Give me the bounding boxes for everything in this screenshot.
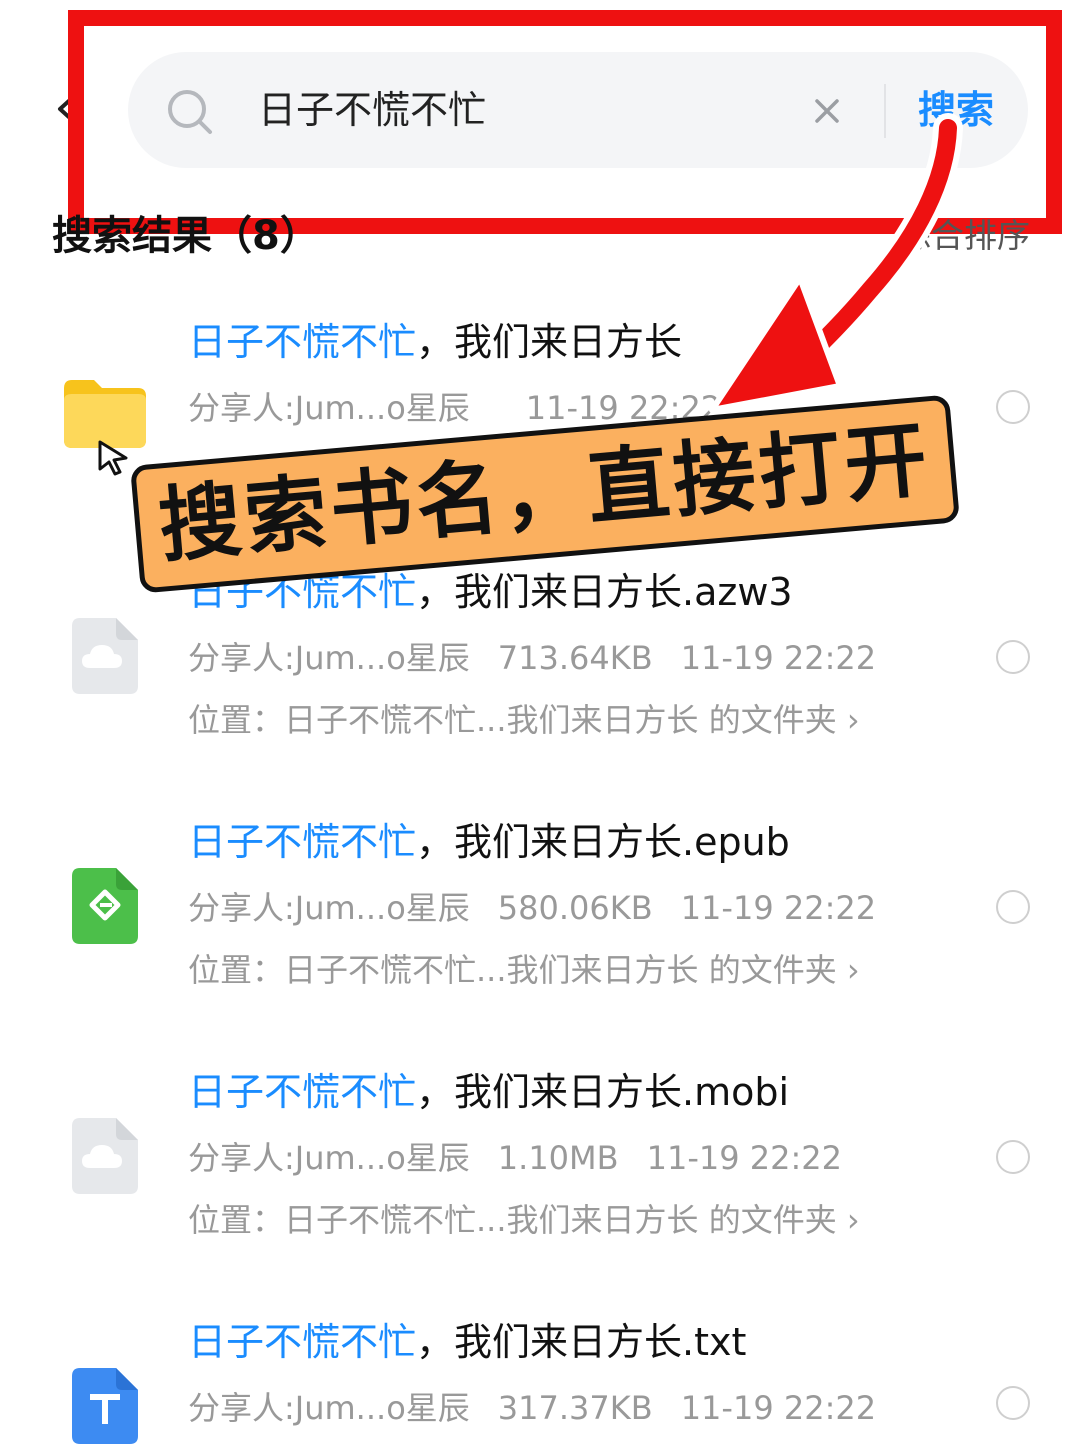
date: 11-19 22:22 <box>680 889 877 927</box>
select-radio[interactable] <box>996 640 1030 674</box>
select-radio[interactable] <box>996 1140 1030 1174</box>
file-size: 317.37KB <box>497 1389 653 1427</box>
file-meta: 分享人:Jum...o星辰 317.37KB 11-19 22:22 <box>188 1384 904 1432</box>
select-radio[interactable] <box>996 1386 1030 1420</box>
file-size: 713.64KB <box>497 639 653 677</box>
file-meta: 分享人:Jum...o星辰 580.06KB 11-19 22:22 <box>188 884 904 932</box>
file-meta: 分享人:Jum...o星辰 713.64KB 11-19 22:22 <box>188 634 904 682</box>
file-location-link[interactable]: 位置：日子不慌不忙...我们来日方长 的文件夹 › <box>188 1196 860 1244</box>
list-item[interactable]: 日子不慌不忙，我们来日方长.azw3 分享人:Jum...o星辰 713.64KB… <box>0 562 1080 812</box>
list-item[interactable]: 日子不慌不忙，我们来日方长.epub 分享人:Jum...o星辰 580.06KB… <box>0 812 1080 1062</box>
list-item[interactable]: 日子不慌不忙，我们来日方长.mobi 分享人:Jum...o星辰 1.10MB 11… <box>0 1062 1080 1312</box>
date: 11-19 22:22 <box>680 639 877 677</box>
file-size: 580.06KB <box>497 889 653 927</box>
file-location-link[interactable]: 位置：日子不慌不忙...我们来日方长 的文件夹 › <box>188 696 860 744</box>
sharer: 分享人:Jum...o星辰 <box>188 389 470 427</box>
select-radio[interactable] <box>996 890 1030 924</box>
sharer: 分享人:Jum...o星辰 <box>188 1139 470 1177</box>
file-name[interactable]: 日子不慌不忙，我们来日方长.txt <box>188 1312 746 1372</box>
date: 11-19 22:22 <box>646 1139 842 1177</box>
list-item[interactable]: 日子不慌不忙，我们来日方长.txt 分享人:Jum...o星辰 317.37KB 1… <box>0 1312 1080 1444</box>
sharer: 分享人:Jum...o星辰 <box>188 889 470 927</box>
date: 11-19 22:22 <box>680 1389 877 1427</box>
file-size: 1.10MB <box>497 1139 619 1177</box>
file-location-link[interactable]: 位置：日子不慌不忙...我们来日方长 的文件夹 › <box>188 946 860 994</box>
file-name[interactable]: 日子不慌不忙，我们来日方长 <box>188 312 682 372</box>
sharer: 分享人:Jum...o星辰 <box>188 639 470 677</box>
sharer: 分享人:Jum...o星辰 <box>188 1389 470 1427</box>
cursor-icon <box>98 440 128 476</box>
cloud-file-icon <box>72 618 138 694</box>
epub-file-icon <box>72 868 138 944</box>
sort-button[interactable]: 综合排序 <box>898 212 1030 260</box>
file-name[interactable]: 日子不慌不忙，我们来日方长.epub <box>188 812 790 872</box>
txt-file-icon <box>72 1368 138 1444</box>
file-name[interactable]: 日子不慌不忙，我们来日方长.mobi <box>188 1062 789 1122</box>
select-radio[interactable] <box>996 390 1030 424</box>
red-highlight-box <box>68 10 1062 234</box>
cloud-file-icon <box>72 1118 138 1194</box>
results-title: 搜索结果（8） <box>52 213 320 259</box>
file-meta: 分享人:Jum...o星辰 1.10MB 11-19 22:22 <box>188 1134 870 1182</box>
